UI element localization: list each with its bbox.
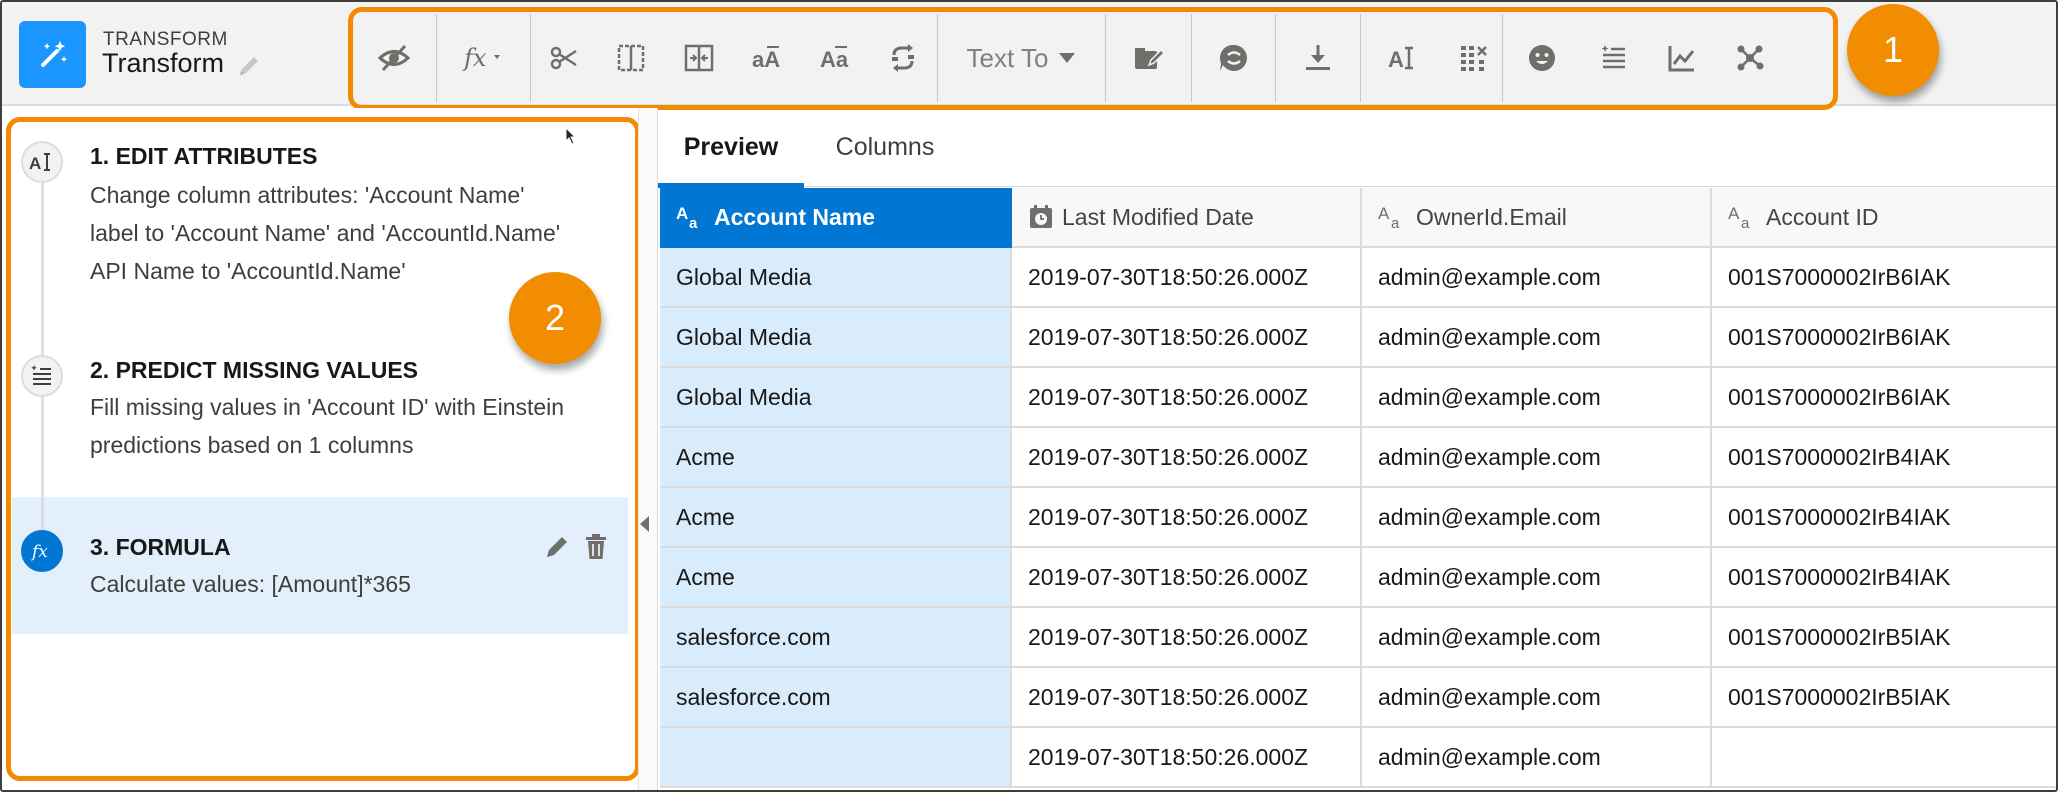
svg-text:A: A [1728,204,1740,223]
node-title: Transform [102,48,225,78]
table-cell[interactable]: Acme [660,488,1012,548]
table-cell[interactable]: salesforce.com [660,608,1012,668]
table-cell[interactable]: 001S7000002IrB6IAK [1712,308,2056,368]
text-type-icon: Aa [1728,204,1758,230]
table-cell[interactable]: admin@example.com [1362,548,1712,608]
table-cell[interactable]: admin@example.com [1362,668,1712,728]
svg-text:A: A [676,204,688,223]
table-cell[interactable]: Global Media [660,308,1012,368]
mouse-cursor-icon [565,126,577,150]
column-header-label: Last Modified Date [1062,203,1254,230]
table-cell[interactable]: 2019-07-30T18:50:26.000Z [1012,728,1362,788]
table-cell[interactable]: admin@example.com [1362,728,1712,788]
callout-badge-2: 2 [509,272,601,364]
table-cell[interactable]: 001S7000002IrB5IAK [1712,668,2056,728]
table-cell[interactable]: 001S7000002IrB6IAK [1712,248,2056,308]
text-type-icon: Aa [1378,204,1408,230]
table-row: Acme 2019-07-30T18:50:26.000Z admin@exam… [660,548,2056,608]
grid-header-row: Aa Account Name Last Modified Date Aa Ow… [660,188,2056,248]
table-cell[interactable] [660,728,1012,788]
table-row: Global Media 2019-07-30T18:50:26.000Z ad… [660,248,2056,308]
callout-badge-1: 1 [1847,4,1939,96]
table-row: salesforce.com 2019-07-30T18:50:26.000Z … [660,608,2056,668]
table-row: Global Media 2019-07-30T18:50:26.000Z ad… [660,308,2056,368]
column-header-account-name[interactable]: Aa Account Name [660,188,1012,248]
preview-data-grid: Aa Account Name Last Modified Date Aa Ow… [660,188,2056,788]
table-cell[interactable]: 001S7000002IrB5IAK [1712,608,2056,668]
svg-text:A: A [1378,204,1390,223]
transform-editor: TRANSFORM Transform fx aA Aa Text To A 1… [0,0,2058,792]
table-cell[interactable]: Acme [660,548,1012,608]
table-cell[interactable]: 2019-07-30T18:50:26.000Z [1012,608,1362,668]
steps-highlight [6,117,640,781]
preview-tabs: Preview Columns [658,108,2056,188]
table-cell[interactable]: Global Media [660,248,1012,308]
table-cell[interactable]: admin@example.com [1362,608,1712,668]
magic-wand-icon [19,21,86,88]
text-type-icon: Aa [676,204,706,230]
table-cell[interactable]: 2019-07-30T18:50:26.000Z [1012,548,1362,608]
table-cell[interactable]: Acme [660,428,1012,488]
column-header-ownerid-email[interactable]: Aa OwnerId.Email [1362,188,1712,248]
table-row: salesforce.com 2019-07-30T18:50:26.000Z … [660,668,2056,728]
table-cell[interactable]: admin@example.com [1362,488,1712,548]
table-cell[interactable]: admin@example.com [1362,428,1712,488]
table-cell[interactable]: 001S7000002IrB4IAK [1712,548,2056,608]
table-row: Global Media 2019-07-30T18:50:26.000Z ad… [660,368,2056,428]
tab-preview[interactable]: Preview [658,108,804,188]
date-type-icon [1028,204,1054,230]
table-cell[interactable]: Global Media [660,368,1012,428]
tab-columns[interactable]: Columns [810,108,960,187]
pencil-icon[interactable] [236,53,262,79]
svg-text:a: a [689,215,698,230]
table-cell[interactable]: 2019-07-30T18:50:26.000Z [1012,488,1362,548]
column-header-account-id[interactable]: Aa Account ID [1712,188,2056,248]
table-cell[interactable]: salesforce.com [660,668,1012,728]
table-cell[interactable]: 001S7000002IrB4IAK [1712,428,2056,488]
column-header-label: Account Name [714,203,876,230]
toolbar-highlight [348,7,1838,110]
panel-splitter[interactable] [638,108,658,790]
svg-text:a: a [1741,215,1750,230]
svg-text:a: a [1391,215,1400,230]
table-cell[interactable]: admin@example.com [1362,308,1712,368]
table-cell[interactable]: 001S7000002IrB6IAK [1712,368,2056,428]
table-cell[interactable]: 001S7000002IrB4IAK [1712,488,2056,548]
table-row: Acme 2019-07-30T18:50:26.000Z admin@exam… [660,428,2056,488]
table-cell[interactable]: 2019-07-30T18:50:26.000Z [1012,368,1362,428]
table-cell[interactable]: 2019-07-30T18:50:26.000Z [1012,248,1362,308]
table-cell[interactable]: admin@example.com [1362,368,1712,428]
table-cell[interactable]: 2019-07-30T18:50:26.000Z [1012,668,1362,728]
table-row: Acme 2019-07-30T18:50:26.000Z admin@exam… [660,488,2056,548]
column-header-last-modified-date[interactable]: Last Modified Date [1012,188,1362,248]
column-header-label: Account ID [1766,203,1879,230]
tab-preview-label: Preview [683,133,779,161]
table-cell[interactable]: admin@example.com [1362,248,1712,308]
table-cell[interactable] [1712,728,2056,788]
table-row: 2019-07-30T18:50:26.000Z admin@example.c… [660,728,2056,788]
tab-columns-label: Columns [835,133,935,161]
table-cell[interactable]: 2019-07-30T18:50:26.000Z [1012,428,1362,488]
table-cell[interactable]: 2019-07-30T18:50:26.000Z [1012,308,1362,368]
column-header-label: OwnerId.Email [1416,203,1567,230]
collapse-panel-icon[interactable] [640,516,649,532]
